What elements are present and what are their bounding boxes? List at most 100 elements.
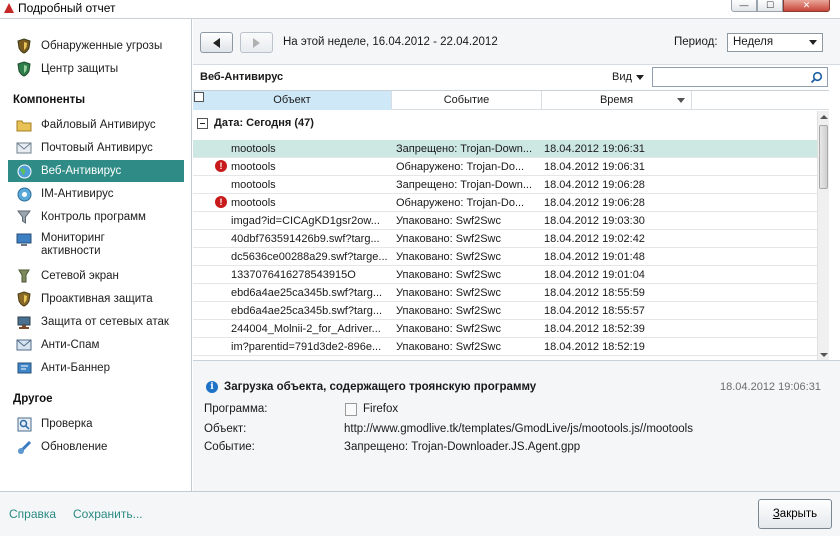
group-label: Дата: Сегодня (47)	[214, 117, 314, 129]
table-row[interactable]: dc5636ce00288a29.swf?targe... Упаковано: …	[193, 248, 817, 266]
table-row[interactable]: 40dbf763591426b9.swf?targ... Упаковано: S…	[193, 230, 817, 248]
column-header-spacer	[692, 91, 817, 110]
cell-event: Упаковано: Swf2Swc	[396, 341, 501, 353]
cell-object: dc5636ce00288a29.swf?targe...	[231, 251, 388, 263]
cell-object: mootools	[231, 197, 276, 209]
table-row[interactable]: imgad?id=CICAgKD1gsr2ow... Упаковано: Swf…	[193, 212, 817, 230]
table-row[interactable]: 1337076416278543915O Упаковано: Swf2Swc 18…	[193, 266, 817, 284]
sidebar-item-label: Анти-Баннер	[41, 362, 110, 374]
im-icon	[16, 186, 32, 202]
sidebar-item-update[interactable]: Обновление	[8, 436, 184, 458]
scroll-thumb[interactable]	[819, 125, 828, 189]
help-link[interactable]: Справка	[9, 507, 56, 521]
sidebar-item-activity-monitor[interactable]: Мониторинг активности	[8, 229, 184, 261]
sidebar-item-mail-antivirus[interactable]: Почтовый Антивирус	[8, 137, 184, 159]
filter-toggle-icon[interactable]	[194, 92, 204, 102]
detail-object-label: Объект:	[204, 423, 247, 435]
warning-icon: !	[215, 160, 227, 172]
cell-time: 18.04.2012 19:01:48	[544, 251, 645, 263]
sidebar-item-im-antivirus[interactable]: IM-Антивирус	[8, 183, 184, 205]
cell-time: 18.04.2012 18:55:57	[544, 305, 645, 317]
view-menu[interactable]: Вид	[612, 71, 632, 83]
vertical-scrollbar[interactable]	[817, 111, 829, 360]
sidebar-item-anti-banner[interactable]: Анти-Баннер	[8, 357, 184, 379]
sidebar-item-app-control[interactable]: Контроль программ	[8, 206, 184, 228]
back-button[interactable]	[200, 32, 233, 53]
sidebar-item-proactive-defense[interactable]: Проактивная защита	[8, 288, 184, 310]
column-header-label: Объект	[273, 94, 311, 106]
cell-object: mootools	[231, 179, 276, 191]
sidebar-item-protection-center[interactable]: Центр защиты	[8, 58, 184, 80]
save-link[interactable]: Сохранить...	[73, 507, 143, 521]
group-header-today[interactable]: Дата: Сегодня (47)	[197, 117, 314, 129]
sidebar-item-label: Почтовый Антивирус	[41, 142, 153, 154]
column-header-time[interactable]: Время	[542, 91, 692, 110]
sidebar-item-label: Проверка	[41, 418, 93, 430]
search-input[interactable]	[653, 68, 803, 86]
sidebar-item-label: Мониторинг активности	[41, 232, 105, 257]
kaspersky-app-icon	[4, 3, 14, 13]
period-label: Период:	[674, 36, 718, 48]
period-range-text: На этой неделе, 16.04.2012 - 22.04.2012	[283, 36, 498, 48]
cell-event: Упаковано: Swf2Swc	[396, 251, 501, 263]
sort-descending-icon	[677, 98, 685, 103]
monitor-icon	[16, 232, 32, 248]
table-row[interactable]: ebd6a4ae25ca345b.swf?targ... Упаковано: S…	[193, 302, 817, 320]
update-icon	[16, 439, 32, 455]
sidebar-item-scan[interactable]: Проверка	[8, 413, 184, 435]
close-button[interactable]: Закрыть	[758, 499, 832, 529]
cell-event: Запрещено: Trojan-Down...	[396, 143, 533, 155]
column-header-event[interactable]: Событие	[392, 91, 542, 110]
table-row[interactable]: ! mootools Обнаружено: Trojan-Do... 18.04.2…	[193, 194, 817, 212]
filter-icon	[16, 209, 32, 225]
period-navbar: На этой неделе, 16.04.2012 - 22.04.2012 …	[193, 19, 840, 65]
search-field[interactable]	[652, 67, 828, 87]
sidebar-item-label: Обновление	[41, 441, 108, 453]
period-select-value: Неделя	[733, 36, 774, 48]
search-icon[interactable]	[810, 71, 823, 84]
event-detail-panel: i Загрузка объекта, содержащего троянску…	[193, 360, 840, 491]
minimize-button[interactable]: —	[731, 0, 757, 12]
sidebar-item-label: Контроль программ	[41, 211, 146, 223]
table-row[interactable]: mootools Запрещено: Trojan-Down... 18.04.2…	[193, 176, 817, 194]
table-row[interactable]: ! mootools Обнаружено: Trojan-Do... 18.04.2…	[193, 158, 817, 176]
sidebar-item-anti-spam[interactable]: Анти-Спам	[8, 334, 184, 356]
section-header-components: Компоненты	[13, 94, 86, 106]
sidebar-item-label: Анти-Спам	[41, 339, 100, 351]
cell-object: imgad?id=CICAgKD1gsr2ow...	[231, 215, 380, 227]
cell-event: Упаковано: Swf2Swc	[396, 233, 501, 245]
sidebar-item-network-attack-blocker[interactable]: Защита от сетевых атак	[8, 311, 184, 333]
scroll-down-icon[interactable]	[820, 353, 828, 357]
sidebar-item-label: Обнаруженные угрозы	[41, 40, 163, 52]
column-header-object[interactable]: Объект	[193, 91, 392, 110]
events-table: Объект Событие Время Дата: Сегодня (47) …	[193, 90, 829, 360]
firewall-icon	[16, 268, 32, 284]
detail-event-label: Событие:	[204, 441, 255, 453]
cell-time: 18.04.2012 19:03:30	[544, 215, 645, 227]
period-select[interactable]: Неделя	[727, 33, 823, 52]
cell-time: 18.04.2012 18:52:39	[544, 323, 645, 335]
cell-time: 18.04.2012 18:52:19	[544, 341, 645, 353]
maximize-button[interactable]: ☐	[757, 0, 783, 12]
close-window-button[interactable]: ✕	[783, 0, 830, 12]
shield-threat-icon	[16, 38, 32, 54]
sidebar-item-label: Сетевой экран	[41, 270, 119, 282]
antibanner-icon	[16, 360, 32, 376]
sidebar-item-web-antivirus[interactable]: Веб-Антивирус	[8, 160, 184, 182]
sidebar-item-file-antivirus[interactable]: Файловый Антивирус	[8, 114, 184, 136]
sidebar-item-detected-threats[interactable]: Обнаруженные угрозы	[8, 35, 184, 57]
scroll-up-icon[interactable]	[820, 115, 828, 119]
arrow-left-icon	[213, 37, 220, 48]
warning-icon: !	[215, 196, 227, 208]
column-header-label: Время	[599, 94, 634, 106]
forward-button[interactable]	[240, 32, 273, 53]
table-row[interactable]: mootools Запрещено: Trojan-Down... 18.04.2…	[193, 140, 817, 158]
table-row[interactable]: 244004_Molnii-2_for_Adriver... Упаковано:…	[193, 320, 817, 338]
collapse-icon[interactable]	[197, 117, 208, 129]
folder-icon	[16, 117, 32, 133]
table-row[interactable]: im?parentid=791d3de2-896e... Упаковано: S…	[193, 338, 817, 356]
chevron-down-icon[interactable]	[636, 75, 644, 80]
cell-event: Упаковано: Swf2Swc	[396, 305, 501, 317]
sidebar-item-firewall[interactable]: Сетевой экран	[8, 265, 184, 287]
table-row[interactable]: ebd6a4ae25ca345b.swf?targ... Упаковано: S…	[193, 284, 817, 302]
